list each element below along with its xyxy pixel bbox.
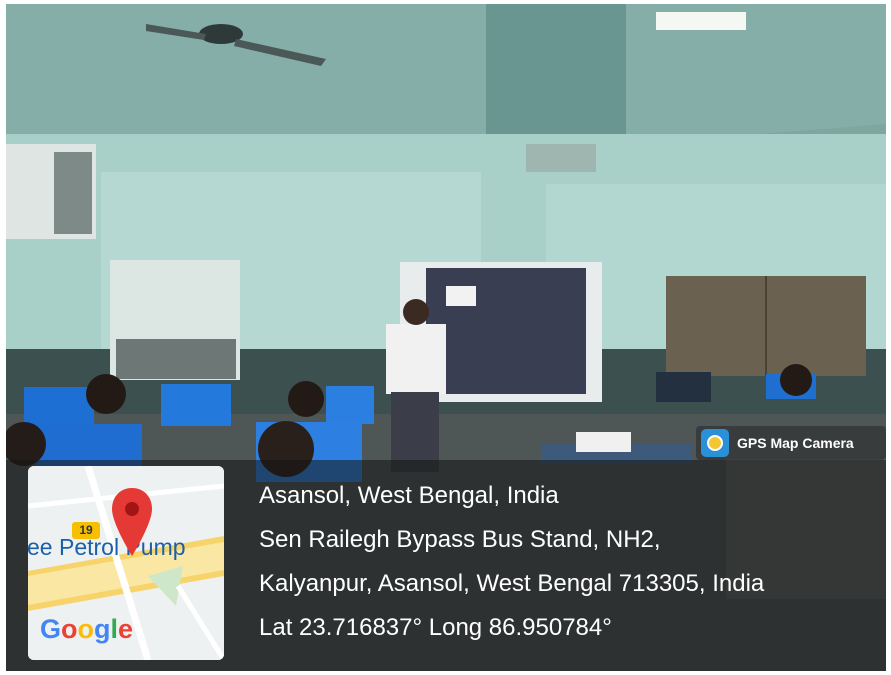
badge-label: GPS Map Camera [737,435,854,451]
location-city: Asansol, West Bengal, India [259,482,559,509]
classroom-photo: GPS Map Camera 19 ee Petrol Pump Google … [6,4,886,671]
location-details: Asansol, West Bengal, India Sen Railegh … [259,474,764,650]
location-coordinates: Lat 23.716837° Long 86.950784° [259,614,612,641]
map-pin-icon [112,488,152,556]
location-street: Sen Railegh Bypass Bus Stand, NH2, [259,526,661,553]
gps-map-camera-badge: GPS Map Camera [696,426,886,460]
gps-camera-icon [701,429,729,457]
map-place-label: ee Petrol Pump [28,534,186,560]
google-logo: Google [40,614,134,644]
location-address: Kalyanpur, Asansol, West Bengal 713305, … [259,570,765,597]
location-map: 19 ee Petrol Pump Google [28,466,224,660]
